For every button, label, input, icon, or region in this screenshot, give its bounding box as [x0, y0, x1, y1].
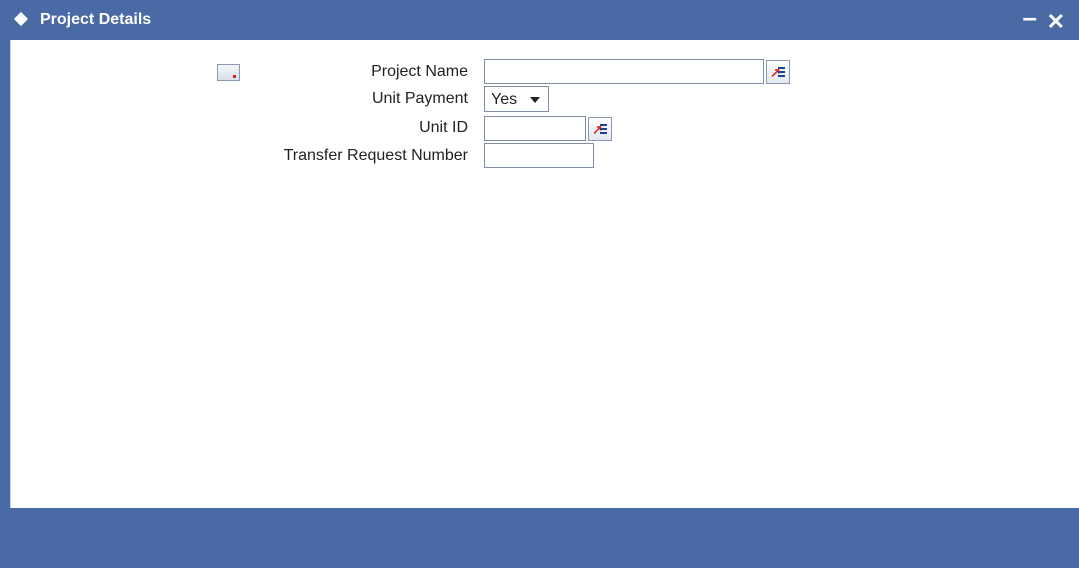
- unit-id-lov-button[interactable]: ↗: [588, 117, 612, 141]
- unit-id-input[interactable]: [484, 116, 586, 141]
- window-title: Project Details: [40, 11, 152, 28]
- diamond-icon: [13, 11, 29, 27]
- project-details-window: Project Details – ✕ Project Name ↗ Unit …: [0, 0, 1079, 568]
- unit-id-label: Unit ID: [419, 119, 468, 136]
- document-icon[interactable]: [217, 64, 240, 81]
- unit-payment-selected: Yes: [491, 91, 518, 108]
- left-border: [0, 40, 10, 508]
- list-icon: [600, 124, 607, 135]
- unit-payment-label: Unit Payment: [371, 90, 468, 107]
- title-bar[interactable]: Project Details – ✕: [0, 0, 1079, 41]
- project-name-lov-button[interactable]: ↗: [766, 60, 790, 84]
- unit-payment-select[interactable]: Yes: [484, 86, 549, 112]
- footer-bar: [0, 508, 1079, 568]
- chevron-down-icon: [530, 97, 540, 103]
- transfer-request-number-input[interactable]: [484, 143, 594, 168]
- minimize-button[interactable]: –: [1023, 2, 1037, 33]
- close-button[interactable]: ✕: [1047, 9, 1065, 35]
- project-name-label: Project Name: [371, 63, 468, 80]
- transfer-request-number-label: Transfer Request Number: [283, 147, 468, 164]
- list-icon: [778, 67, 785, 78]
- project-name-input[interactable]: [484, 59, 764, 84]
